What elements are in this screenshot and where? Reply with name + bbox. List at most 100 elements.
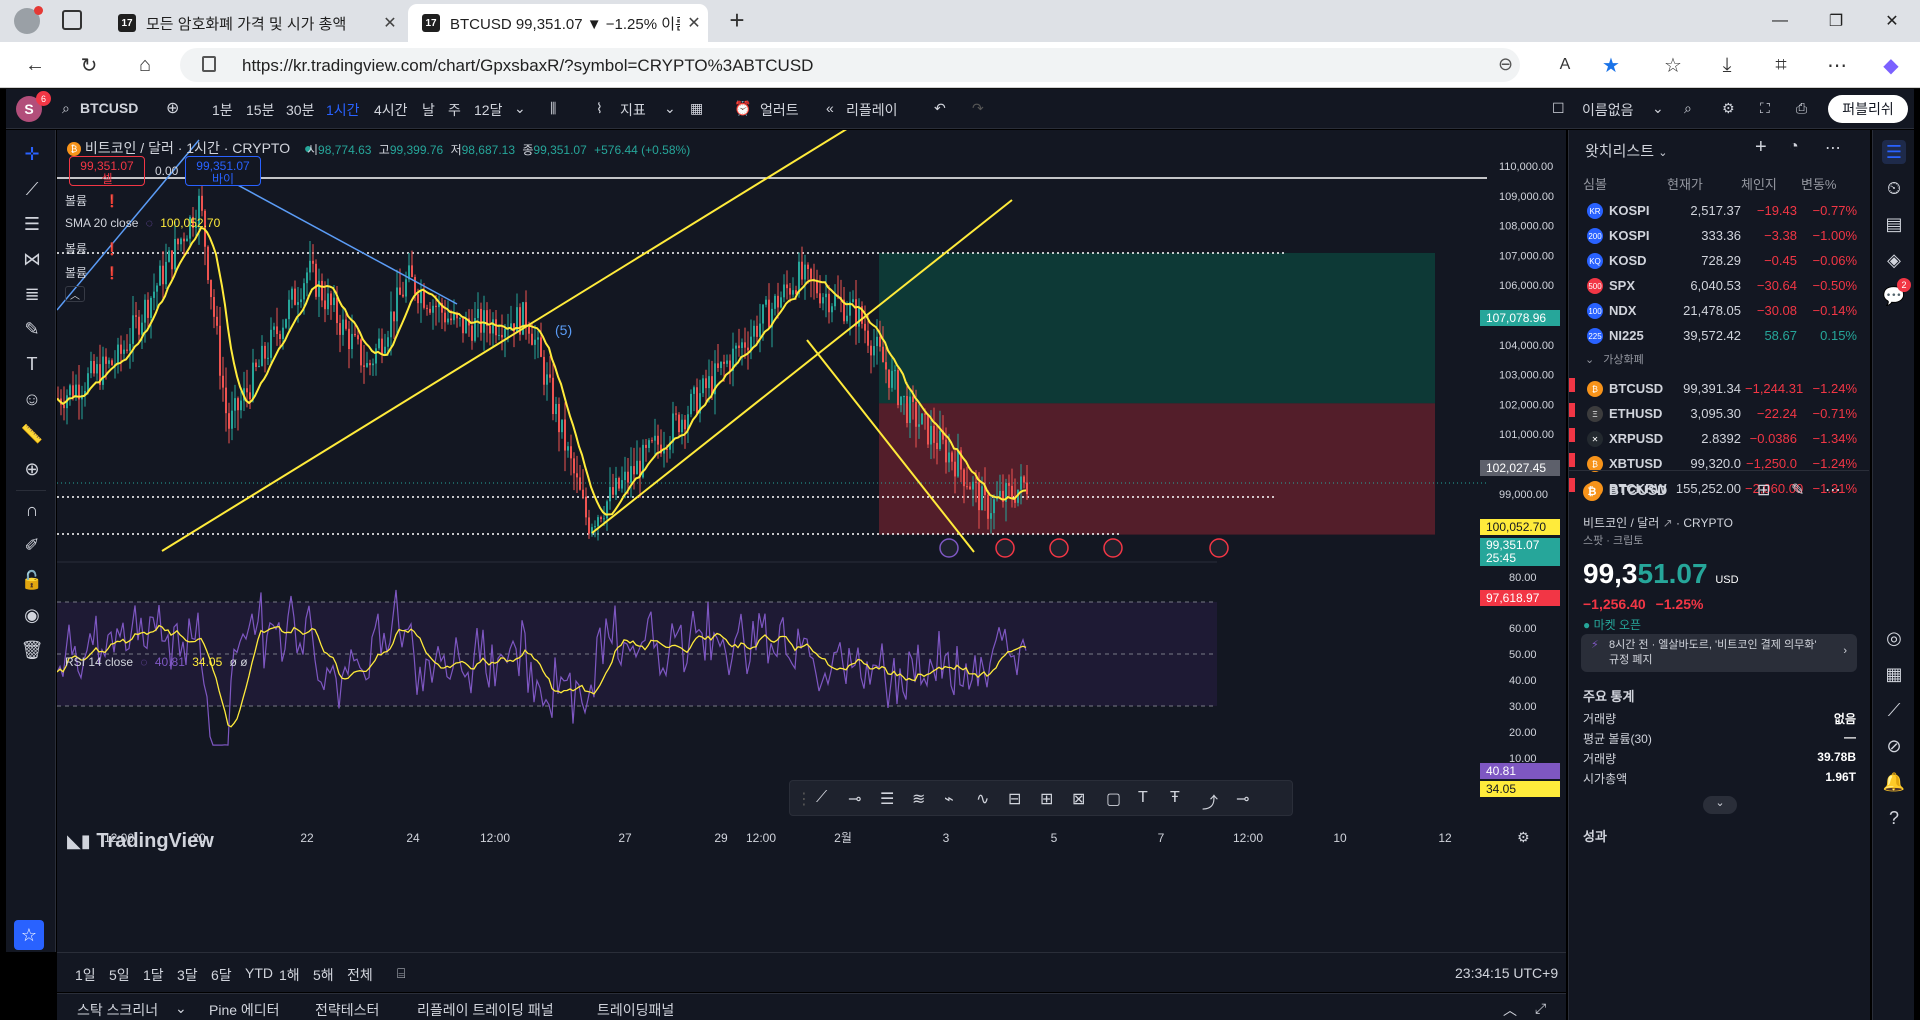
favorites-icon[interactable]: ☆: [1658, 50, 1688, 80]
emoji-icon[interactable]: ☺: [20, 387, 44, 411]
magnet-icon[interactable]: ∩: [20, 498, 44, 522]
zoom-icon[interactable]: ⊖: [1498, 54, 1513, 75]
interval-1m[interactable]: 1분: [212, 100, 233, 120]
details-symbol[interactable]: ₿ BTCUSD: [1583, 482, 1667, 501]
sell-button[interactable]: 99,351.07 셀: [69, 156, 145, 186]
publish-button[interactable]: 퍼블리쉬: [1828, 95, 1908, 123]
alert-button[interactable]: 얼러트: [760, 100, 799, 120]
lock-icon[interactable]: 🔓: [20, 568, 44, 592]
target-icon[interactable]: ◎: [1882, 626, 1906, 650]
chevron-up-icon[interactable]: ︿: [1503, 1000, 1517, 1020]
ideas-icon[interactable]: ⟋: [1882, 698, 1906, 722]
symbol-search-button[interactable]: BTCUSD: [80, 100, 138, 116]
brush-icon[interactable]: ✎: [20, 317, 44, 341]
symbol-description[interactable]: 비트코인 / 달러 · 1시간 · CRYPTO: [85, 140, 290, 156]
replay-button[interactable]: 리플레이: [846, 100, 898, 120]
close-window-icon[interactable]: ✕: [1864, 0, 1920, 42]
layout-name-button[interactable]: 이름없음: [1582, 100, 1634, 120]
watchlist-row[interactable]: 225 NI225 39,572.42 58.67 0.15%: [1569, 321, 1869, 351]
ruler-icon[interactable]: 📏: [20, 422, 44, 446]
browser-tab-btcusd[interactable]: 17 BTCUSD 99,351.07 ▼ −1.25% 이름 ✕: [408, 4, 708, 42]
indicators-button[interactable]: 지표: [620, 100, 646, 120]
maximize-icon[interactable]: ❐: [1808, 0, 1864, 42]
buy-button[interactable]: 99,351.07 바이: [185, 156, 261, 186]
tab-trading-panel[interactable]: 트레이딩패널: [597, 1000, 674, 1020]
long-position-icon[interactable]: ⊟: [1008, 789, 1021, 809]
copilot-icon[interactable]: ◆: [1876, 50, 1906, 80]
add-symbol-icon[interactable]: +: [1755, 136, 1767, 159]
help-icon[interactable]: ?: [1882, 806, 1906, 830]
download-icon[interactable]: ⤓: [1712, 50, 1742, 80]
favorites-star-icon[interactable]: ☆: [14, 920, 44, 950]
text-icon[interactable]: T: [20, 352, 44, 376]
prediction-icon[interactable]: ≣: [20, 282, 44, 306]
goto-date-icon[interactable]: ⌸: [397, 965, 405, 982]
chevron-down-icon[interactable]: ⌄: [1703, 796, 1737, 814]
range-1d[interactable]: 1일: [75, 965, 96, 985]
interval-week[interactable]: 주: [448, 100, 461, 120]
favorites-drawing-icon[interactable]: ⊸: [1236, 789, 1249, 809]
grid-icon[interactable]: ⊞: [1757, 480, 1770, 500]
volume-legend-3[interactable]: 볼륨 ❗: [65, 264, 119, 281]
range-3m[interactable]: 3달: [177, 965, 198, 985]
camera-icon[interactable]: ⎙: [1796, 100, 1807, 117]
tab-replay-trading[interactable]: 리플레이 트레이딩 패널: [417, 1000, 554, 1020]
chevron-down-icon[interactable]: ⌄: [664, 100, 676, 117]
range-5y[interactable]: 5해: [313, 965, 334, 985]
chevron-up-icon[interactable]: ︿: [65, 286, 85, 302]
trend-line-icon[interactable]: ⟋: [20, 177, 44, 201]
section-crypto[interactable]: ⌄ 가상화폐: [1585, 351, 1644, 367]
close-icon[interactable]: ✕: [376, 13, 404, 33]
settings-gear-icon[interactable]: ⚙: [1722, 100, 1735, 117]
maximize-panel-icon[interactable]: ⤢: [1535, 1000, 1546, 1017]
clock-display[interactable]: 23:34:15 UTC+9: [1455, 965, 1558, 981]
drag-handle-icon[interactable]: ⋮: [796, 789, 812, 809]
reload-icon[interactable]: ↻: [74, 50, 104, 80]
range-5d[interactable]: 5일: [109, 965, 130, 985]
chevron-down-icon[interactable]: ⌄: [175, 1000, 187, 1017]
minimize-icon[interactable]: —: [1752, 0, 1808, 42]
flag-icon[interactable]: [1569, 403, 1575, 417]
chart-area[interactable]: 110,000.00 109,000.00 108,000.00 107,000.00…: [57, 130, 1566, 952]
undo-icon[interactable]: ↶: [934, 100, 946, 117]
path-icon[interactable]: ⤴: [1202, 789, 1218, 813]
address-bar[interactable]: https://kr.tradingview.com/chart/Gpxsbax…: [180, 48, 1520, 82]
site-info-icon[interactable]: [202, 56, 216, 72]
new-tab-icon[interactable]: +: [722, 6, 752, 36]
more-options-icon[interactable]: ⋯: [1825, 138, 1841, 158]
tab-pine-editor[interactable]: Pine 에디터: [209, 1000, 280, 1020]
calendar-icon[interactable]: ▦: [1882, 662, 1906, 686]
range-all[interactable]: 전체: [347, 965, 373, 985]
flag-icon[interactable]: [1569, 453, 1575, 467]
news-banner[interactable]: ⚡ 8시간 전 · 엘살바도르, '비트코인 결제 의무화' 규정 폐지 ›: [1581, 634, 1857, 672]
fullscreen-icon[interactable]: ⛶: [1760, 100, 1770, 117]
elliott-wave-icon[interactable]: ⌁: [944, 789, 954, 809]
flag-icon[interactable]: [1569, 378, 1575, 392]
chevron-down-icon[interactable]: ⌄: [514, 100, 526, 117]
column-symbol[interactable]: 심볼: [1583, 174, 1607, 193]
interval-4h[interactable]: 4시간: [374, 100, 408, 120]
date-range-icon[interactable]: ⊠: [1072, 789, 1085, 809]
crosshair-icon[interactable]: ✛: [20, 142, 44, 166]
chevron-down-icon[interactable]: ⌄: [1652, 100, 1664, 117]
alerts-clock-icon[interactable]: ⏲: [1882, 176, 1906, 200]
zoom-in-icon[interactable]: ⊕: [20, 457, 44, 481]
stay-drawing-icon[interactable]: ✐: [20, 533, 44, 557]
volume-legend-1[interactable]: 볼륨 ❗: [65, 192, 119, 209]
edit-icon[interactable]: ✎: [1791, 480, 1804, 500]
compare-symbol-icon[interactable]: ⊕: [166, 98, 179, 118]
trash-icon[interactable]: 🗑: [20, 638, 44, 662]
rectangle-icon[interactable]: ▢: [1106, 789, 1121, 809]
close-icon[interactable]: ✕: [680, 13, 708, 33]
chart-type-icon[interactable]: ⫼: [550, 100, 556, 117]
tab-actions-icon[interactable]: [62, 10, 82, 30]
layers-icon[interactable]: ◈: [1882, 248, 1906, 272]
watchlist-icon[interactable]: ☰: [1882, 140, 1906, 164]
short-position-icon[interactable]: ⊞: [1040, 789, 1053, 809]
read-aloud-icon[interactable]: A: [1550, 50, 1580, 80]
notifications-icon[interactable]: 🔔: [1882, 770, 1906, 794]
fib-icon[interactable]: ☰: [20, 212, 44, 236]
browser-tab-crypto-list[interactable]: 17 모든 암호화폐 가격 및 시가 총액 ✕: [104, 4, 404, 42]
interval-day[interactable]: 날: [422, 100, 435, 120]
interval-1h[interactable]: 1시간: [326, 100, 360, 120]
